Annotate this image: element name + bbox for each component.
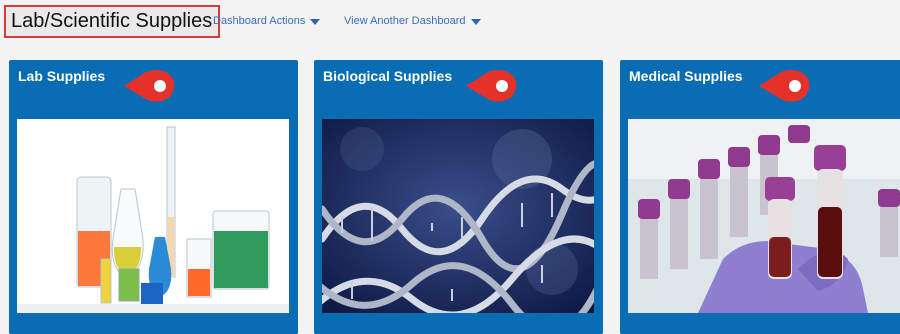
card-lab-supplies[interactable]: Lab Supplies	[9, 60, 298, 334]
card-footer	[9, 316, 298, 334]
card-title: Biological Supplies	[323, 68, 453, 84]
dashboard-actions-menu[interactable]: Dashboard Actions	[213, 15, 321, 27]
location-pin-icon[interactable]	[757, 68, 817, 104]
card-footer	[314, 316, 603, 334]
view-another-dashboard-menu[interactable]: View Another Dashboard	[344, 15, 481, 27]
card-medical-supplies[interactable]: Medical Supplies	[620, 60, 900, 334]
dashboard-header: Lab/Scientific Supplies Dashboard Action…	[0, 0, 900, 44]
lab-glassware-image	[17, 119, 289, 313]
card-biological-supplies[interactable]: Biological Supplies	[314, 60, 603, 334]
location-pin-icon[interactable]	[464, 68, 524, 104]
card-footer	[620, 316, 900, 334]
card-title: Lab Supplies	[18, 68, 106, 84]
location-pin-icon[interactable]	[122, 68, 182, 104]
blood-test-tubes-image	[628, 119, 900, 313]
caret-down-icon	[310, 18, 321, 25]
card-title: Medical Supplies	[629, 68, 743, 84]
page-title: Lab/Scientific Supplies	[4, 5, 221, 38]
view-another-dashboard-label: View Another Dashboard	[344, 15, 466, 27]
dashboard-actions-label: Dashboard Actions	[213, 15, 306, 27]
dna-helix-image	[322, 119, 594, 313]
caret-down-icon	[470, 18, 481, 25]
